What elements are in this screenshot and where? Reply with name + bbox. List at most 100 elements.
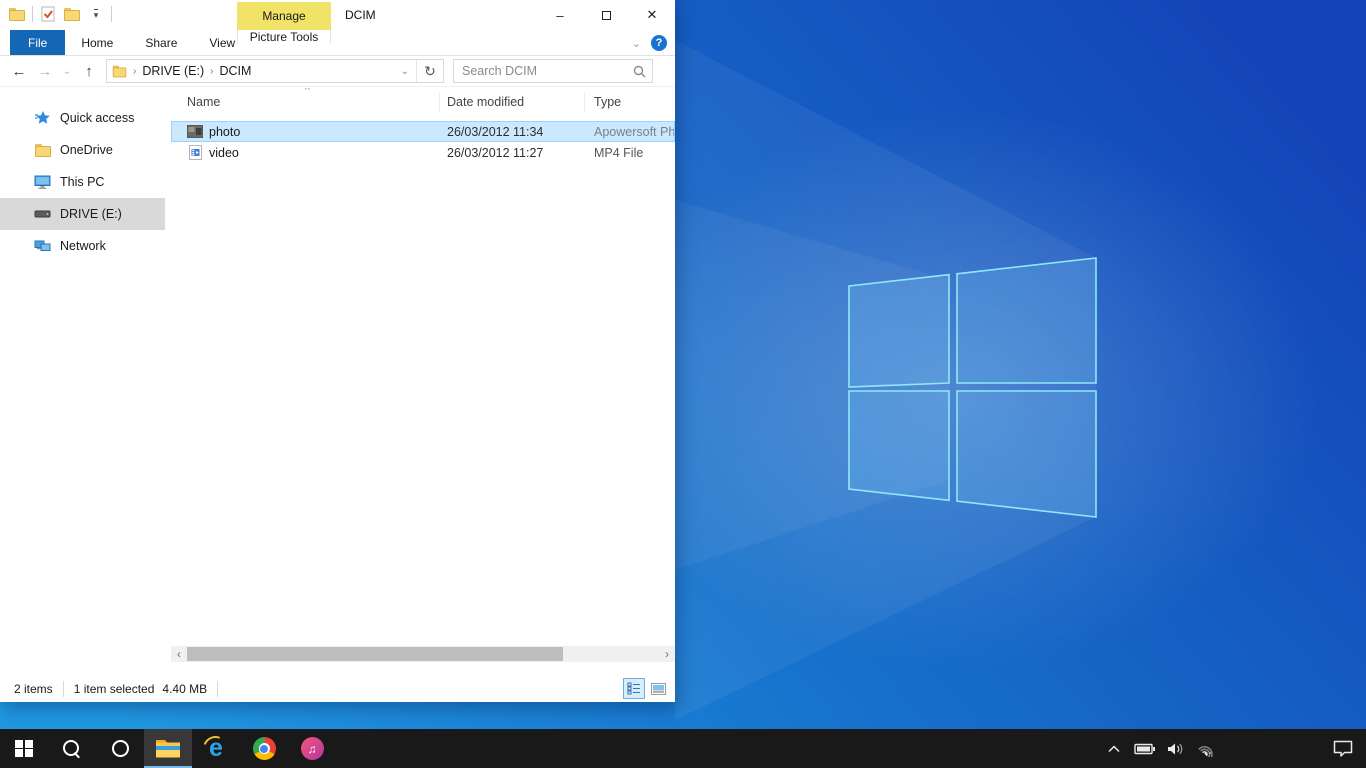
file-row-photo[interactable]: photo 26/03/2012 11:34 Apowersoft Pho: [171, 121, 675, 142]
scrollbar-thumb[interactable]: [187, 647, 563, 661]
recent-locations-dropdown-icon[interactable]: ⌄: [58, 66, 76, 77]
view-switcher: [623, 678, 669, 699]
up-button[interactable]: ↑: [76, 63, 102, 80]
file-explorer-window: ▾ Manage DCIM – ✕ File Home Share View P…: [0, 0, 675, 702]
new-folder-button[interactable]: [63, 5, 81, 23]
breadcrumb-dcim[interactable]: DCIM: [220, 64, 252, 78]
search-input[interactable]: [460, 63, 633, 79]
sidebar-item-label: Quick access: [60, 111, 134, 125]
minimize-button[interactable]: –: [537, 0, 583, 30]
horizontal-scrollbar[interactable]: ‹ ›: [171, 646, 675, 662]
sidebar-item-this-pc[interactable]: This PC: [0, 166, 171, 198]
chrome-button[interactable]: [240, 729, 288, 768]
action-center-icon[interactable]: [1332, 738, 1354, 760]
sidebar-item-network[interactable]: Network: [0, 230, 171, 262]
file-rows: photo 26/03/2012 11:34 Apowersoft Pho vi…: [171, 121, 675, 163]
cortana-button[interactable]: [96, 729, 144, 768]
hidden-icons-chevron[interactable]: [1103, 738, 1125, 760]
forward-button[interactable]: →: [32, 63, 58, 80]
tab-picture-tools[interactable]: Picture Tools: [237, 30, 331, 44]
caption-buttons: – ✕: [537, 0, 675, 30]
maximize-button[interactable]: [583, 0, 629, 30]
properties-button[interactable]: [39, 5, 57, 23]
scroll-left-icon[interactable]: ‹: [171, 646, 187, 662]
details-view-icon: [627, 682, 641, 695]
taskbar: e ♫ *: [0, 729, 1366, 768]
sidebar-item-drive-e[interactable]: DRIVE (E:): [0, 198, 165, 230]
status-divider: [63, 681, 64, 697]
help-button[interactable]: ?: [651, 35, 667, 51]
address-folder-icon: [112, 63, 127, 80]
start-button[interactable]: [0, 729, 48, 768]
sort-ascending-icon: ^: [305, 88, 310, 96]
status-bar: 2 items 1 item selected 4.40 MB: [0, 677, 675, 701]
cortana-icon: [112, 740, 129, 757]
items-count: 2 items: [14, 682, 53, 696]
title-bar: ▾ Manage DCIM – ✕: [0, 0, 675, 30]
quick-access-star-icon: [34, 110, 51, 127]
navigation-pane: Quick access OneDrive This PC DRIVE (E:): [0, 88, 171, 662]
column-header-date-modified[interactable]: Date modified: [440, 92, 585, 112]
mp4-file-icon: [187, 146, 203, 160]
drive-icon: [34, 206, 51, 223]
sidebar-item-quick-access[interactable]: Quick access: [0, 102, 171, 134]
scrollbar-track[interactable]: [187, 646, 659, 662]
onedrive-folder-icon: [34, 142, 51, 159]
refresh-button[interactable]: ↻: [417, 63, 443, 80]
search-box[interactable]: [453, 59, 653, 83]
file-list-pane: ^ Name Date modified Type photo 26/03/20…: [171, 88, 675, 662]
collapse-ribbon-icon[interactable]: ⌄: [632, 37, 641, 50]
search-icon: [62, 739, 82, 759]
selection-count: 1 item selected: [74, 682, 155, 696]
window-title: DCIM: [345, 0, 376, 30]
quick-access-toolbar: ▾: [8, 5, 112, 23]
taskbar-file-explorer-button[interactable]: [144, 729, 192, 768]
internet-explorer-button[interactable]: e: [192, 729, 240, 768]
internet-explorer-icon: e: [203, 736, 229, 762]
breadcrumb-drive[interactable]: DRIVE (E:): [142, 64, 204, 78]
details-view-button[interactable]: [623, 678, 645, 699]
column-header-type[interactable]: Type: [585, 92, 675, 112]
sidebar-item-label: This PC: [60, 175, 104, 189]
selection-size: 4.40 MB: [162, 682, 207, 696]
file-row-video[interactable]: video 26/03/2012 11:27 MP4 File: [171, 142, 675, 163]
search-icon: [633, 65, 646, 78]
address-bar[interactable]: › DRIVE (E:) › DCIM ⌄ ↻: [106, 59, 444, 83]
tab-home[interactable]: Home: [65, 30, 129, 55]
network-computers-icon: [34, 238, 51, 255]
file-name: video: [209, 146, 239, 160]
address-dropdown-icon[interactable]: ⌄: [394, 66, 416, 77]
close-button[interactable]: ✕: [629, 0, 675, 30]
sidebar-item-label: Network: [60, 239, 106, 253]
file-type: MP4 File: [585, 146, 674, 160]
thumbnail-view-button[interactable]: [647, 678, 669, 699]
itunes-icon: ♫: [301, 737, 324, 760]
battery-icon[interactable]: [1134, 738, 1156, 760]
sidebar-item-onedrive[interactable]: OneDrive: [0, 134, 171, 166]
back-button[interactable]: ←: [6, 63, 32, 80]
main-area: Quick access OneDrive This PC DRIVE (E:): [0, 88, 675, 662]
scroll-right-icon[interactable]: ›: [659, 646, 675, 662]
sidebar-item-label: DRIVE (E:): [60, 207, 122, 221]
contextual-group-label: Manage: [237, 2, 331, 30]
itunes-button[interactable]: ♫: [288, 729, 336, 768]
tab-share[interactable]: Share: [129, 30, 193, 55]
breadcrumb-separator-icon: ›: [127, 66, 142, 77]
tab-file[interactable]: File: [10, 30, 65, 55]
maximize-icon: [602, 11, 611, 20]
customize-qat-button[interactable]: ▾: [87, 5, 105, 23]
qat-separator: [111, 6, 112, 22]
status-divider: [217, 681, 218, 697]
file-name: photo: [209, 125, 240, 139]
breadcrumb-separator-icon: ›: [204, 66, 219, 77]
volume-icon[interactable]: [1165, 738, 1187, 760]
file-date-modified: 26/03/2012 11:27: [440, 146, 585, 160]
qat-separator: [32, 6, 33, 22]
wifi-icon[interactable]: *: [1196, 738, 1218, 760]
explorer-window-icon: [8, 5, 26, 23]
taskbar-search-button[interactable]: [48, 729, 96, 768]
thumbnail-view-icon: [651, 683, 666, 695]
windows-logo-icon: [15, 740, 33, 758]
photo-thumbnail-icon: [187, 125, 203, 139]
column-headers: ^ Name Date modified Type: [171, 88, 675, 116]
